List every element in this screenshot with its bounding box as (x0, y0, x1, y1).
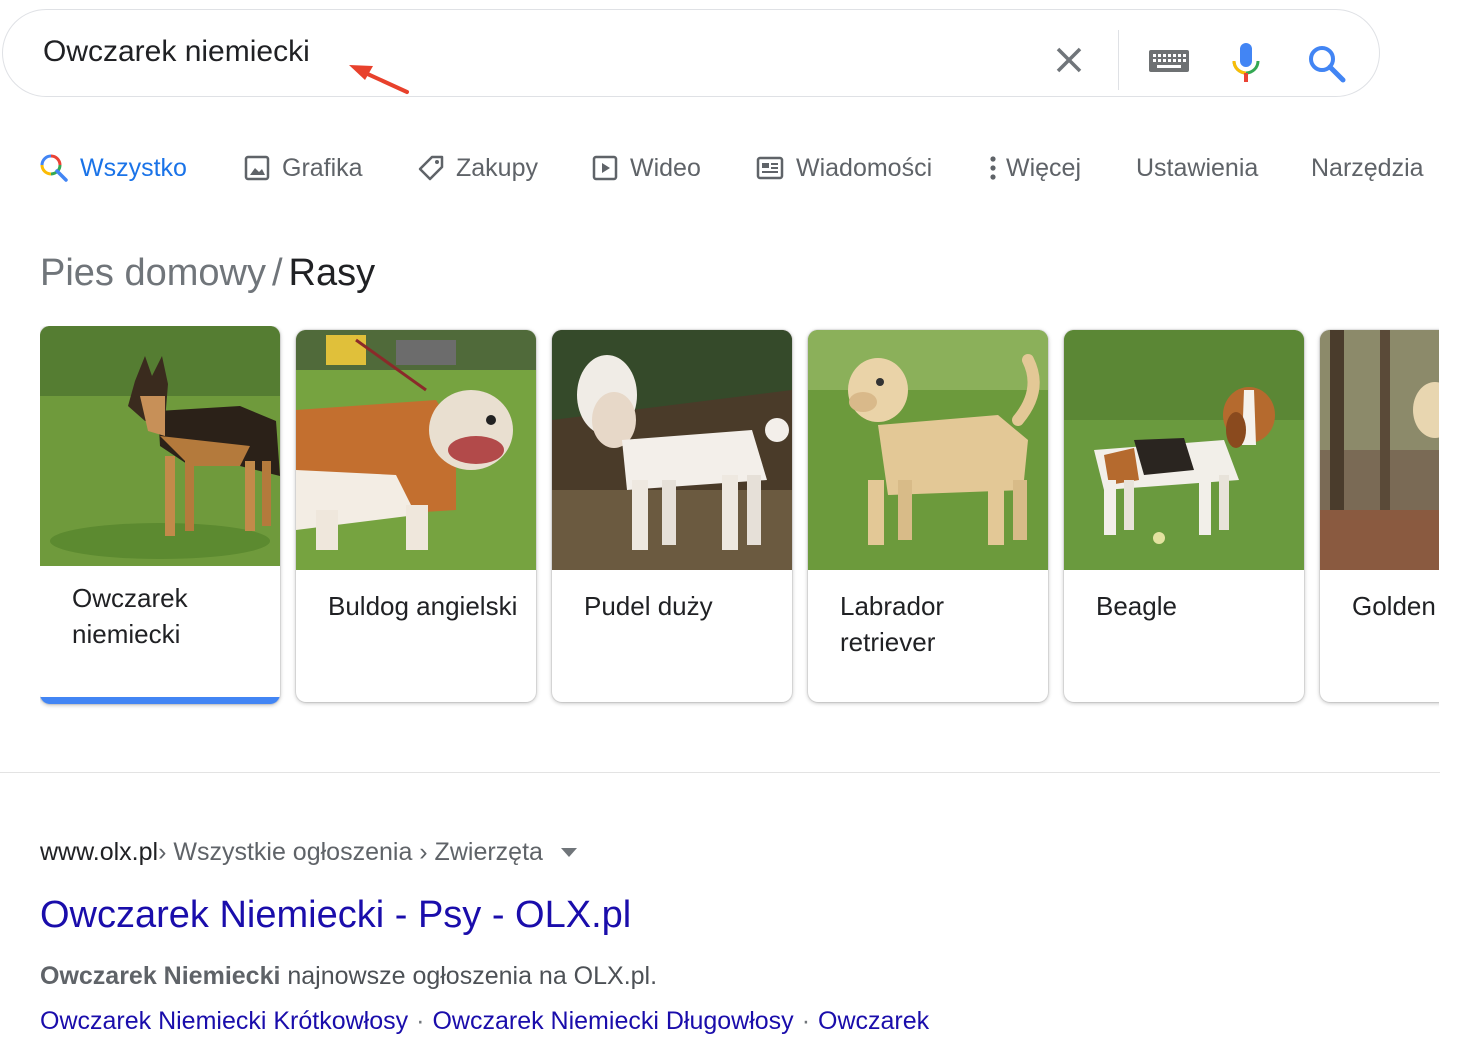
more-vert-icon (988, 155, 998, 181)
search-input[interactable]: Owczarek niemiecki (43, 32, 310, 72)
tab-label: Ustawienia (1136, 153, 1259, 182)
tab-video[interactable]: Wideo (592, 148, 701, 188)
snippet-text: najnowsze ogłoszenia na OLX.pl. (280, 962, 658, 990)
dog-photo (552, 330, 792, 570)
dog-photo (808, 330, 1048, 570)
result-snippet: Owczarek Niemiecki najnowsze ogłoszenia … (40, 960, 657, 992)
search-icon[interactable] (1307, 44, 1347, 84)
keyboard-icon[interactable] (1149, 50, 1189, 72)
tab-label: Więcej (1006, 153, 1082, 182)
dog-photo (40, 326, 280, 566)
sitelink[interactable]: Owczarek (818, 1007, 929, 1035)
breed-card[interactable]: Owczarek niemiecki (40, 326, 280, 704)
tab-label: Wszystko (80, 153, 187, 182)
tab-label: Wideo (630, 153, 701, 182)
breed-name: Pudel duży (584, 591, 713, 621)
breed-card[interactable]: Labrador retriever (808, 330, 1048, 702)
breadcrumb-current: Rasy (288, 252, 376, 294)
news-icon (756, 156, 784, 180)
tab-shopping[interactable]: Zakupy (418, 148, 538, 188)
breed-name: Labrador retriever (840, 591, 945, 657)
breed-name: Beagle (1096, 591, 1177, 621)
dog-photo (1064, 330, 1304, 570)
result-domain: www.olx.pl (40, 838, 159, 866)
tab-news[interactable]: Wiadomości (756, 148, 932, 188)
search-divider (1118, 30, 1119, 90)
microphone-icon[interactable] (1231, 42, 1261, 84)
breadcrumb-parent-link[interactable]: Pies domowy (40, 252, 266, 294)
breed-card[interactable]: Golden retriever (1320, 330, 1439, 702)
tab-label: Grafika (282, 153, 363, 182)
dog-photo (1320, 330, 1439, 570)
breed-card[interactable]: Beagle (1064, 330, 1304, 702)
tab-tools[interactable]: Narzędzia (1311, 148, 1424, 188)
search-multicolor-icon (40, 154, 68, 182)
result-title-link[interactable]: Owczarek Niemiecki - Psy - OLX.pl (40, 892, 631, 938)
result-breadcrumb: www.olx.pl › Wszystkie ogłoszenia › Zwie… (40, 838, 577, 867)
selected-indicator (40, 697, 280, 704)
tab-settings[interactable]: Ustawienia (1136, 148, 1258, 188)
tab-images[interactable]: Grafika (244, 148, 363, 188)
search-box[interactable]: Owczarek niemiecki (2, 9, 1380, 97)
tag-icon (418, 155, 444, 181)
red-arrow-annotation (349, 65, 409, 94)
play-icon (592, 155, 618, 181)
image-icon (244, 155, 270, 181)
sitelink[interactable]: Owczarek Niemiecki Krótkowłosy (40, 1007, 408, 1035)
sitelink-separator: · (801, 1007, 811, 1035)
close-icon[interactable] (1051, 42, 1087, 78)
result-sitelinks: Owczarek Niemiecki Krótkowłosy · Owczarek … (40, 1004, 929, 1038)
sitelink-separator: · (416, 1007, 425, 1035)
breed-name: Buldog angielski (328, 591, 518, 621)
section-divider (0, 772, 1440, 773)
breed-card[interactable]: Pudel duży (552, 330, 792, 702)
breed-name: Owczarek niemiecki (72, 583, 188, 649)
breadcrumb-separator: / (271, 252, 283, 294)
breed-card[interactable]: Buldog angielski (296, 330, 536, 702)
sitelink[interactable]: Owczarek Niemiecki Długowłosy (432, 1007, 793, 1035)
tab-label: Narzędzia (1311, 153, 1424, 182)
knowledge-breadcrumb: Pies domowy / Rasy (40, 250, 375, 296)
snippet-bold: Owczarek Niemiecki (40, 962, 281, 990)
caret-down-icon[interactable] (560, 848, 577, 857)
result-path: › Wszystkie ogłoszenia › Zwierzęta (158, 838, 543, 866)
tab-label: Zakupy (456, 153, 538, 182)
breed-name: Golden retriever (1352, 591, 1439, 621)
tab-more[interactable]: Więcej (988, 148, 1081, 188)
tab-label: Wiadomości (796, 153, 933, 182)
tab-all[interactable]: Wszystko (40, 148, 187, 188)
breed-carousel: Owczarek niemiecki Buldog angielski Pude… (40, 326, 1439, 716)
dog-photo (296, 330, 536, 570)
